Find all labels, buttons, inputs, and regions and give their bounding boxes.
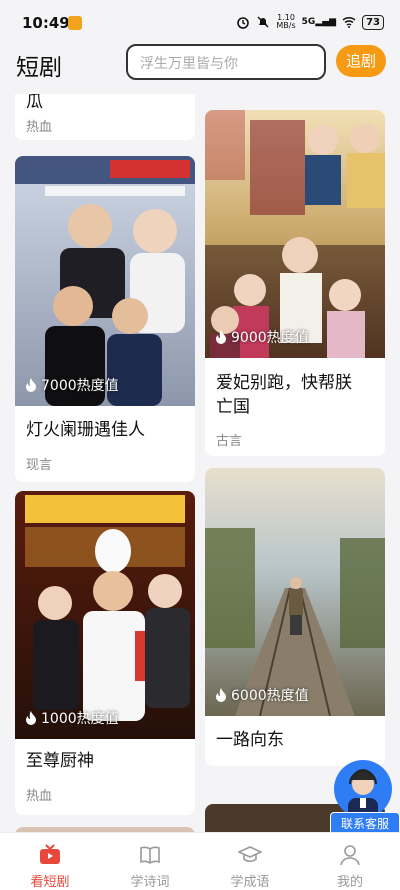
flame-icon: [26, 378, 36, 392]
headset-agent-icon: [348, 769, 378, 818]
search-placeholder: 浮生万里皆与你: [140, 56, 238, 72]
drama-poster: [15, 491, 195, 739]
flame-icon: [26, 711, 36, 725]
battery-icon: 73: [362, 14, 384, 30]
tab-label: 看短剧: [30, 875, 70, 890]
card-tag: 热血: [26, 120, 53, 135]
card-title: 一路向东: [216, 730, 284, 750]
header: 短剧 浮生万里皆与你 追剧: [0, 44, 400, 94]
card-title: 至尊厨神: [26, 751, 94, 771]
tab-label: 学成语: [230, 875, 270, 890]
search-input[interactable]: 浮生万里皆与你: [126, 44, 326, 80]
card-tag: 热血: [26, 789, 53, 804]
page-title: 短剧: [16, 55, 62, 81]
drama-card[interactable]: 瓜 热血: [15, 94, 195, 140]
heat-badge: 6000热度值: [215, 685, 309, 705]
bottom-tab-bar: 看短剧 学诗词 学成语 我的: [0, 832, 400, 890]
wifi-icon: [342, 16, 356, 28]
heat-badge: 9000热度值: [215, 327, 309, 347]
card-title-line1: 爱妃别跑，快帮朕: [216, 373, 352, 393]
card-title-partial: 瓜: [26, 94, 43, 112]
chase-button[interactable]: 追剧: [336, 45, 386, 77]
person-icon: [340, 845, 360, 866]
tab-label: 我的: [336, 875, 363, 890]
card-title-line2: 亡国: [216, 397, 250, 417]
customer-service-button[interactable]: 联系客服: [330, 760, 400, 836]
card-title: 灯火阑珊遇佳人: [26, 420, 145, 440]
tab-idioms[interactable]: 学成语: [200, 833, 300, 890]
tab-mine[interactable]: 我的: [300, 833, 400, 890]
drama-card[interactable]: 1000热度值 至尊厨神 热血: [15, 491, 195, 815]
signal-icon: 5G▂▄▆: [301, 17, 337, 27]
agent-avatar: [334, 760, 392, 818]
card-tag: 现言: [26, 458, 53, 473]
drama-card[interactable]: 7000热度值 灯火阑珊遇佳人 现言: [15, 156, 195, 482]
tv-icon: [40, 844, 60, 864]
flame-icon: [216, 688, 226, 702]
tab-label: 学诗词: [130, 875, 170, 890]
tab-poetry[interactable]: 学诗词: [100, 833, 200, 890]
alarm-icon: [237, 17, 250, 29]
heat-badge: 1000热度值: [25, 708, 119, 728]
drama-card[interactable]: 6000热度值 一路向东 都市: [205, 468, 385, 766]
drama-feed[interactable]: 瓜 热血 7000热度值 灯火阑珊遇佳人 现言 9000热度值 爱妃别跑，快帮朕…: [0, 94, 400, 832]
book-icon: [140, 846, 160, 864]
heat-badge: 7000热度值: [25, 375, 119, 395]
status-time: 10:49: [22, 14, 70, 32]
mute-icon: [257, 16, 269, 28]
drama-poster: [205, 468, 385, 716]
graduation-cap-icon: [238, 846, 262, 863]
app-notification-icon: [68, 16, 82, 30]
drama-poster: [205, 110, 385, 358]
flame-icon: [216, 330, 226, 344]
drama-poster: [15, 156, 195, 406]
tab-watch-drama[interactable]: 看短剧: [0, 833, 100, 890]
card-tag: 都市: [216, 764, 242, 766]
drama-card[interactable]: 9000热度值 爱妃别跑，快帮朕 亡国 古言: [205, 110, 385, 456]
status-bar: 10:49 1.10 MB/s 5G▂▄▆ 73: [0, 0, 400, 44]
card-tag: 古言: [216, 434, 243, 449]
network-speed: 1.10 MB/s: [276, 13, 296, 30]
